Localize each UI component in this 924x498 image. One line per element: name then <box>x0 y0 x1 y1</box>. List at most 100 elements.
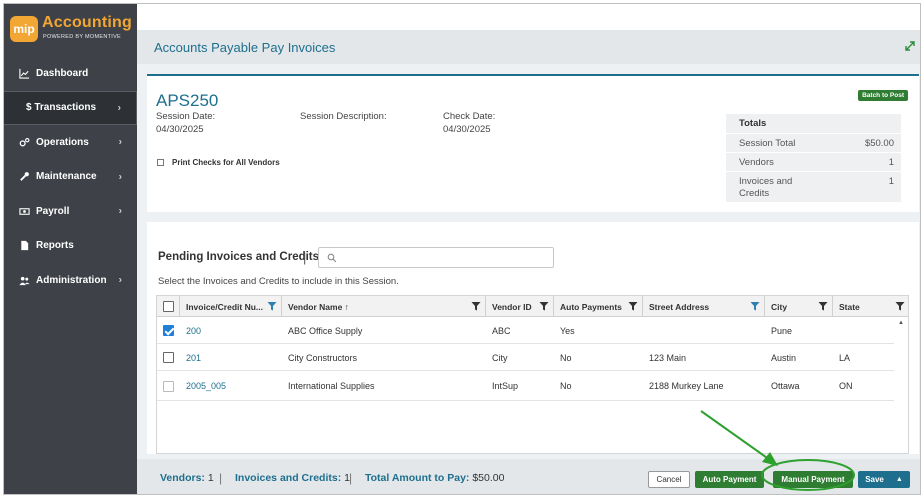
column-header-vendor-name[interactable]: Vendor Name ↑ <box>282 296 486 317</box>
row-checkbox[interactable] <box>163 352 174 363</box>
chevron-right-icon: › <box>118 274 122 286</box>
sidebar-item-label: Dashboard <box>36 67 89 79</box>
vendor-id-cell: IntSup <box>492 381 519 391</box>
row-select[interactable] <box>163 344 174 371</box>
totals-label: Session Total <box>739 137 796 149</box>
footer-vendors: Vendors: 1 <box>160 472 214 484</box>
state-cell: ON <box>839 381 853 391</box>
footer-invoices: Invoices and Credits: 1 <box>235 472 350 484</box>
chevron-right-icon: › <box>118 171 122 183</box>
column-header-vendor-id[interactable]: Vendor ID <box>486 296 554 317</box>
invoice-number-link[interactable]: 2005_005 <box>186 371 226 401</box>
session-date-value: 04/30/2025 <box>156 124 204 135</box>
column-header-city[interactable]: City <box>765 296 833 317</box>
column-label: Auto Payments <box>560 301 622 312</box>
vendor-id-cell: ABC <box>492 325 511 336</box>
sidebar-item-label: Administration <box>36 274 107 286</box>
vendor-name-cell: International Supplies <box>288 381 375 391</box>
vendor-name-cell: ABC Office Supply <box>288 325 363 336</box>
city-cell: Pune <box>771 325 793 336</box>
city-cell: Austin <box>771 352 797 363</box>
sidebar-item-transactions[interactable]: $ Transactions › <box>4 90 137 125</box>
select-all-header[interactable] <box>157 296 180 317</box>
footer-invoices-label: Invoices and Credits: <box>235 472 342 484</box>
logo-title: Accounting <box>42 14 132 31</box>
filter-icon[interactable] <box>267 301 277 311</box>
totals-label: Invoices and Credits <box>739 176 793 199</box>
pending-invoices-card: Pending Invoices and Credits | Select th… <box>147 222 919 454</box>
print-checks-option[interactable]: Print Checks for All Vendors <box>157 158 280 167</box>
sidebar-item-label: Operations <box>36 136 89 148</box>
invoice-number-link[interactable]: 200 <box>186 317 201 344</box>
sidebar-item-label: $ Transactions <box>26 102 97 114</box>
check-date-value: 04/30/2025 <box>443 124 491 135</box>
sidebar-item-administration[interactable]: Administration › <box>4 263 137 298</box>
check-date-label: Check Date: <box>443 111 496 122</box>
print-checks-label: Print Checks for All Vendors <box>172 158 280 167</box>
filter-icon[interactable] <box>628 301 638 311</box>
sidebar-item-reports[interactable]: Reports <box>4 229 137 264</box>
print-checks-checkbox[interactable] <box>157 159 164 166</box>
sidebar-item-payroll[interactable]: Payroll › <box>4 194 137 229</box>
sidebar-item-label: Reports <box>36 240 74 252</box>
row-select[interactable] <box>163 371 174 401</box>
save-label: Save <box>865 475 884 484</box>
grid-header: Invoice/Credit Nu... Vendor Name ↑ Vendo… <box>157 296 908 317</box>
column-header-auto-payments[interactable]: Auto Payments <box>554 296 643 317</box>
totals-row: Vendors 1 <box>726 153 901 172</box>
sidebar-item-operations[interactable]: Operations › <box>4 125 137 160</box>
footer-amount: Total Amount to Pay: $50.00 <box>365 472 504 484</box>
select-all-checkbox[interactable] <box>163 301 174 312</box>
session-description-label: Session Description: <box>300 111 387 122</box>
invoice-number-link[interactable]: 201 <box>186 344 201 371</box>
wrench-icon <box>18 171 30 183</box>
batch-to-post-button[interactable]: Batch to Post <box>858 90 908 101</box>
column-header-invoice[interactable]: Invoice/Credit Nu... <box>180 296 282 317</box>
row-select[interactable] <box>163 317 174 344</box>
expand-icon[interactable] <box>904 40 916 52</box>
filter-icon[interactable] <box>818 301 828 311</box>
filter-icon[interactable] <box>539 301 549 311</box>
table-row[interactable]: 200 ABC Office Supply ABC Yes Pune <box>157 317 894 344</box>
search-input[interactable] <box>318 247 554 268</box>
auto-payments-cell: No <box>560 352 572 363</box>
sidebar-item-maintenance[interactable]: Maintenance › <box>4 160 137 195</box>
filter-icon[interactable] <box>895 301 905 311</box>
column-label: Street Address <box>649 301 710 312</box>
top-strip <box>137 4 920 30</box>
table-row[interactable]: 201 City Constructors City No 123 Main A… <box>157 344 894 371</box>
sidebar: mip Accounting POWERED BY MOMENTIVE Dash… <box>4 4 137 494</box>
auto-payment-button[interactable]: Auto Payment <box>695 471 764 488</box>
manual-payment-button[interactable]: Manual Payment <box>773 471 853 488</box>
chart-line-icon <box>18 67 30 79</box>
filter-icon[interactable] <box>471 301 481 311</box>
scroll-up-icon[interactable]: ▲ <box>898 320 904 326</box>
auto-payments-cell: No <box>560 381 572 391</box>
totals-value: 1 <box>888 176 894 187</box>
session-date-label: Session Date: <box>156 111 216 122</box>
logo[interactable]: mip Accounting POWERED BY MOMENTIVE <box>8 14 133 46</box>
column-label: Vendor ID <box>492 301 532 312</box>
sidebar-item-dashboard[interactable]: Dashboard <box>4 56 137 91</box>
save-button[interactable]: Save ▲ <box>858 471 910 488</box>
auto-payments-cell: Yes <box>560 325 575 336</box>
column-label: State <box>839 301 860 312</box>
chevron-right-icon: › <box>118 136 122 148</box>
row-checkbox[interactable] <box>163 380 174 392</box>
cancel-button[interactable]: Cancel <box>648 471 690 488</box>
chevron-right-icon: › <box>117 102 121 114</box>
column-header-state[interactable]: State <box>833 296 908 317</box>
column-header-street-address[interactable]: Street Address <box>643 296 765 317</box>
chevron-right-icon: › <box>118 205 122 217</box>
table-row[interactable]: 2005_005 International Supplies IntSup N… <box>157 371 894 401</box>
city-cell: Ottawa <box>771 381 800 391</box>
row-checkbox[interactable] <box>163 325 174 336</box>
caret-up-icon[interactable]: ▲ <box>896 476 903 483</box>
footer-vendors-value: 1 <box>207 472 214 484</box>
search-icon <box>327 253 337 263</box>
filter-icon[interactable] <box>750 301 760 311</box>
totals-label: Vendors <box>739 156 774 168</box>
page-header: Accounts Payable Pay Invoices <box>137 30 920 64</box>
footer-separator: | <box>219 471 223 485</box>
users-icon <box>18 274 30 286</box>
